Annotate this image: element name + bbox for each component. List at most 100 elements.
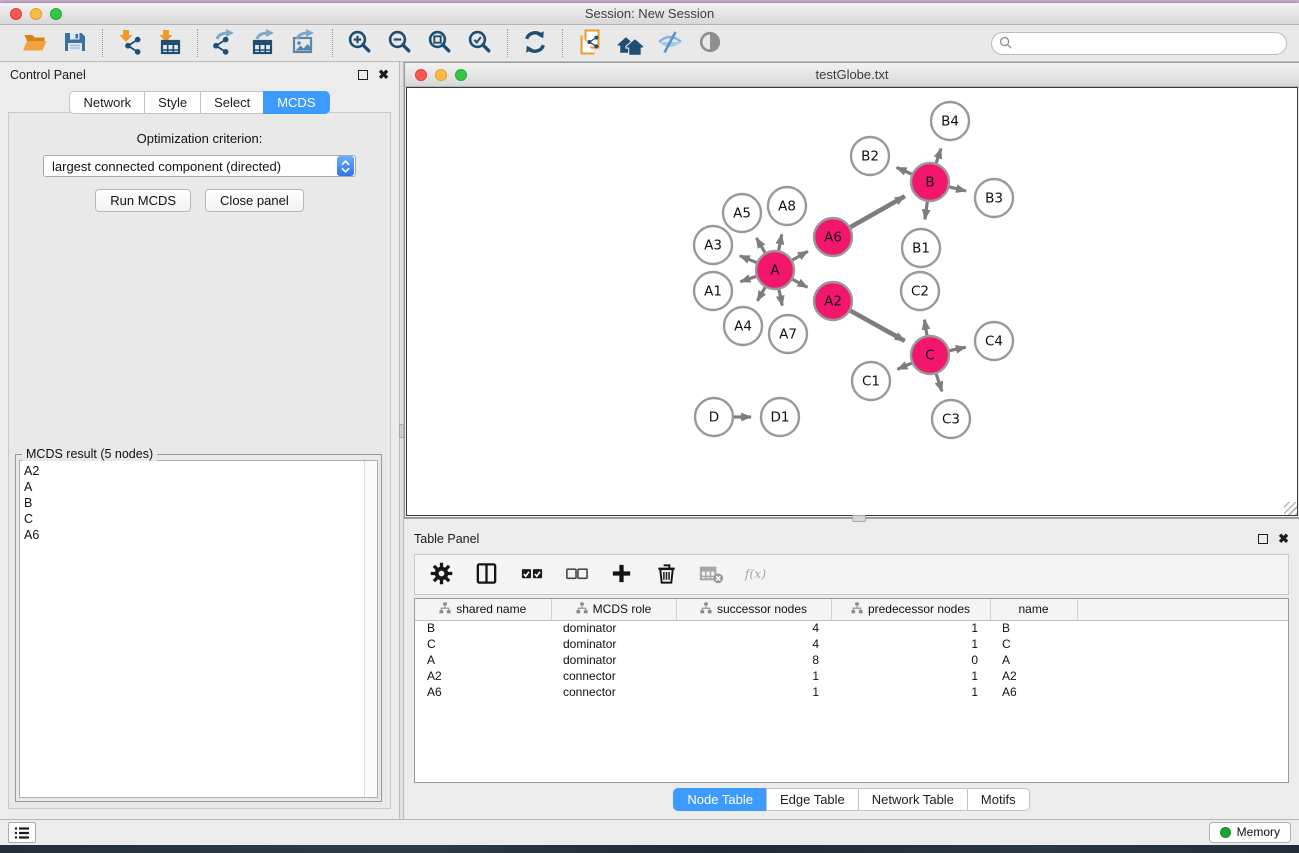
save-session-button[interactable] — [60, 28, 90, 58]
edge-A-A7[interactable] — [779, 290, 782, 306]
mcds-result-item[interactable]: A2 — [24, 463, 360, 479]
maximize-window-button[interactable] — [50, 8, 62, 20]
mcds-result-item[interactable]: B — [24, 495, 360, 511]
edge-C-C2[interactable] — [925, 320, 927, 336]
run-mcds-button[interactable]: Run MCDS — [95, 189, 191, 212]
tab-style[interactable]: Style — [144, 91, 200, 114]
edge-A-A8[interactable] — [779, 235, 782, 251]
close-panel-icon[interactable]: ✖ — [378, 70, 389, 80]
edge-A-A2[interactable] — [793, 279, 808, 287]
node-A3[interactable]: A3 — [694, 226, 732, 264]
edge-A-A3[interactable] — [740, 256, 757, 263]
table-row[interactable]: A6connector11A6 — [415, 684, 1289, 700]
zoom-fit-button[interactable] — [425, 28, 455, 58]
network-maximize-button[interactable] — [455, 69, 467, 81]
float-panel-icon[interactable] — [358, 70, 368, 80]
edge-C-C4[interactable] — [950, 347, 966, 351]
panel-splitter-horizontal[interactable] — [404, 518, 1299, 526]
node-C4[interactable]: C4 — [975, 322, 1013, 360]
table-close-panel-icon[interactable]: ✖ — [1278, 534, 1289, 544]
node-A6[interactable]: A6 — [814, 218, 852, 256]
node-D[interactable]: D — [695, 398, 733, 436]
node-A[interactable]: A — [756, 251, 794, 289]
mcds-result-item[interactable]: C — [24, 511, 360, 527]
table-float-panel-icon[interactable] — [1258, 534, 1268, 544]
node-D1[interactable]: D1 — [761, 398, 799, 436]
resize-grip-icon[interactable] — [1284, 502, 1297, 515]
clone-network-button[interactable] — [575, 28, 605, 58]
network-close-button[interactable] — [415, 69, 427, 81]
node-C2[interactable]: C2 — [901, 272, 939, 310]
tab-select[interactable]: Select — [200, 91, 263, 114]
mcds-result-item[interactable]: A — [24, 479, 360, 495]
column-header-shared-name[interactable]: shared name — [415, 599, 551, 620]
node-A4[interactable]: A4 — [724, 307, 762, 345]
hide-panels-button[interactable] — [655, 28, 685, 58]
export-network-button[interactable] — [210, 28, 240, 58]
column-header-name[interactable]: name — [990, 599, 1077, 620]
close-panel-button[interactable]: Close panel — [205, 189, 304, 212]
mcds-result-list[interactable]: A2ABCA6 — [19, 460, 378, 798]
edge-A-A4[interactable] — [757, 287, 765, 300]
node-A7[interactable]: A7 — [769, 315, 807, 353]
open-file-button[interactable] — [20, 28, 50, 58]
table-row[interactable]: Bdominator41B — [415, 620, 1289, 636]
node-B3[interactable]: B3 — [975, 179, 1013, 217]
tab-node-table[interactable]: Node Table — [673, 788, 766, 811]
add-column-button[interactable] — [607, 561, 635, 589]
node-B2[interactable]: B2 — [851, 137, 889, 175]
edge-A-A6[interactable] — [792, 251, 807, 260]
edge-A-A5[interactable] — [757, 238, 766, 253]
edge-C-C1[interactable] — [898, 363, 912, 369]
memory-button[interactable]: Memory — [1209, 822, 1291, 843]
tab-motifs[interactable]: Motifs — [967, 788, 1030, 811]
node-A5[interactable]: A5 — [723, 194, 761, 232]
edge-A-A1[interactable] — [741, 276, 757, 281]
node-C3[interactable]: C3 — [932, 400, 970, 438]
zoom-out-button[interactable] — [385, 28, 415, 58]
delete-columns-button[interactable] — [652, 561, 680, 589]
network-canvas[interactable]: B4 B2 B B3 A8A5 A6 A3 B1 A A1 C2 A2 A4A7 C4 C C1 D D1 C3 — [406, 87, 1298, 516]
table-settings-button[interactable] — [427, 561, 455, 589]
table-row[interactable]: Adominator80A — [415, 652, 1289, 668]
node-B4[interactable]: B4 — [931, 102, 969, 140]
network-minimize-button[interactable] — [435, 69, 447, 81]
node-A1[interactable]: A1 — [694, 272, 732, 310]
column-header-MCDS-role[interactable]: MCDS role — [551, 599, 676, 620]
toggle-columns-button[interactable] — [472, 561, 500, 589]
minimize-window-button[interactable] — [30, 8, 42, 20]
edge-C-C3[interactable] — [936, 374, 942, 391]
node-A8[interactable]: A8 — [768, 187, 806, 225]
mcds-result-item[interactable]: A6 — [24, 527, 360, 543]
edge-B-B4[interactable] — [936, 149, 941, 163]
table-row[interactable]: Cdominator41C — [415, 636, 1289, 652]
tab-mcds[interactable]: MCDS — [263, 91, 329, 114]
result-scrollbar[interactable] — [364, 461, 377, 797]
edge-B-B2[interactable] — [897, 168, 912, 175]
tab-edge-table[interactable]: Edge Table — [766, 788, 858, 811]
select-all-columns-button[interactable] — [517, 561, 545, 589]
node-B1[interactable]: B1 — [902, 229, 940, 267]
column-header-successor-nodes[interactable]: successor nodes — [676, 599, 831, 620]
node-C[interactable]: C — [911, 336, 949, 374]
edge-B-B3[interactable] — [949, 187, 966, 191]
node-C1[interactable]: C1 — [852, 362, 890, 400]
edge-A2-C[interactable] — [851, 311, 905, 341]
table-row[interactable]: A2connector11A2 — [415, 668, 1289, 684]
node-B[interactable]: B — [911, 163, 949, 201]
import-table-button[interactable] — [155, 28, 185, 58]
optimization-criterion-select[interactable]: largest connected component (directed) — [43, 155, 356, 177]
node-A2[interactable]: A2 — [814, 282, 852, 320]
birds-eye-view-button[interactable] — [695, 28, 725, 58]
zoom-selected-button[interactable] — [465, 28, 495, 58]
edge-B-B1[interactable] — [925, 202, 927, 220]
network-overview-button[interactable] — [615, 28, 645, 58]
import-network-button[interactable] — [115, 28, 145, 58]
refresh-view-button[interactable] — [520, 28, 550, 58]
tab-network-table[interactable]: Network Table — [858, 788, 967, 811]
task-history-button[interactable] — [8, 822, 36, 843]
close-window-button[interactable] — [10, 8, 22, 20]
deselect-all-columns-button[interactable] — [562, 561, 590, 589]
search-input[interactable] — [991, 32, 1287, 55]
export-image-button[interactable] — [290, 28, 320, 58]
